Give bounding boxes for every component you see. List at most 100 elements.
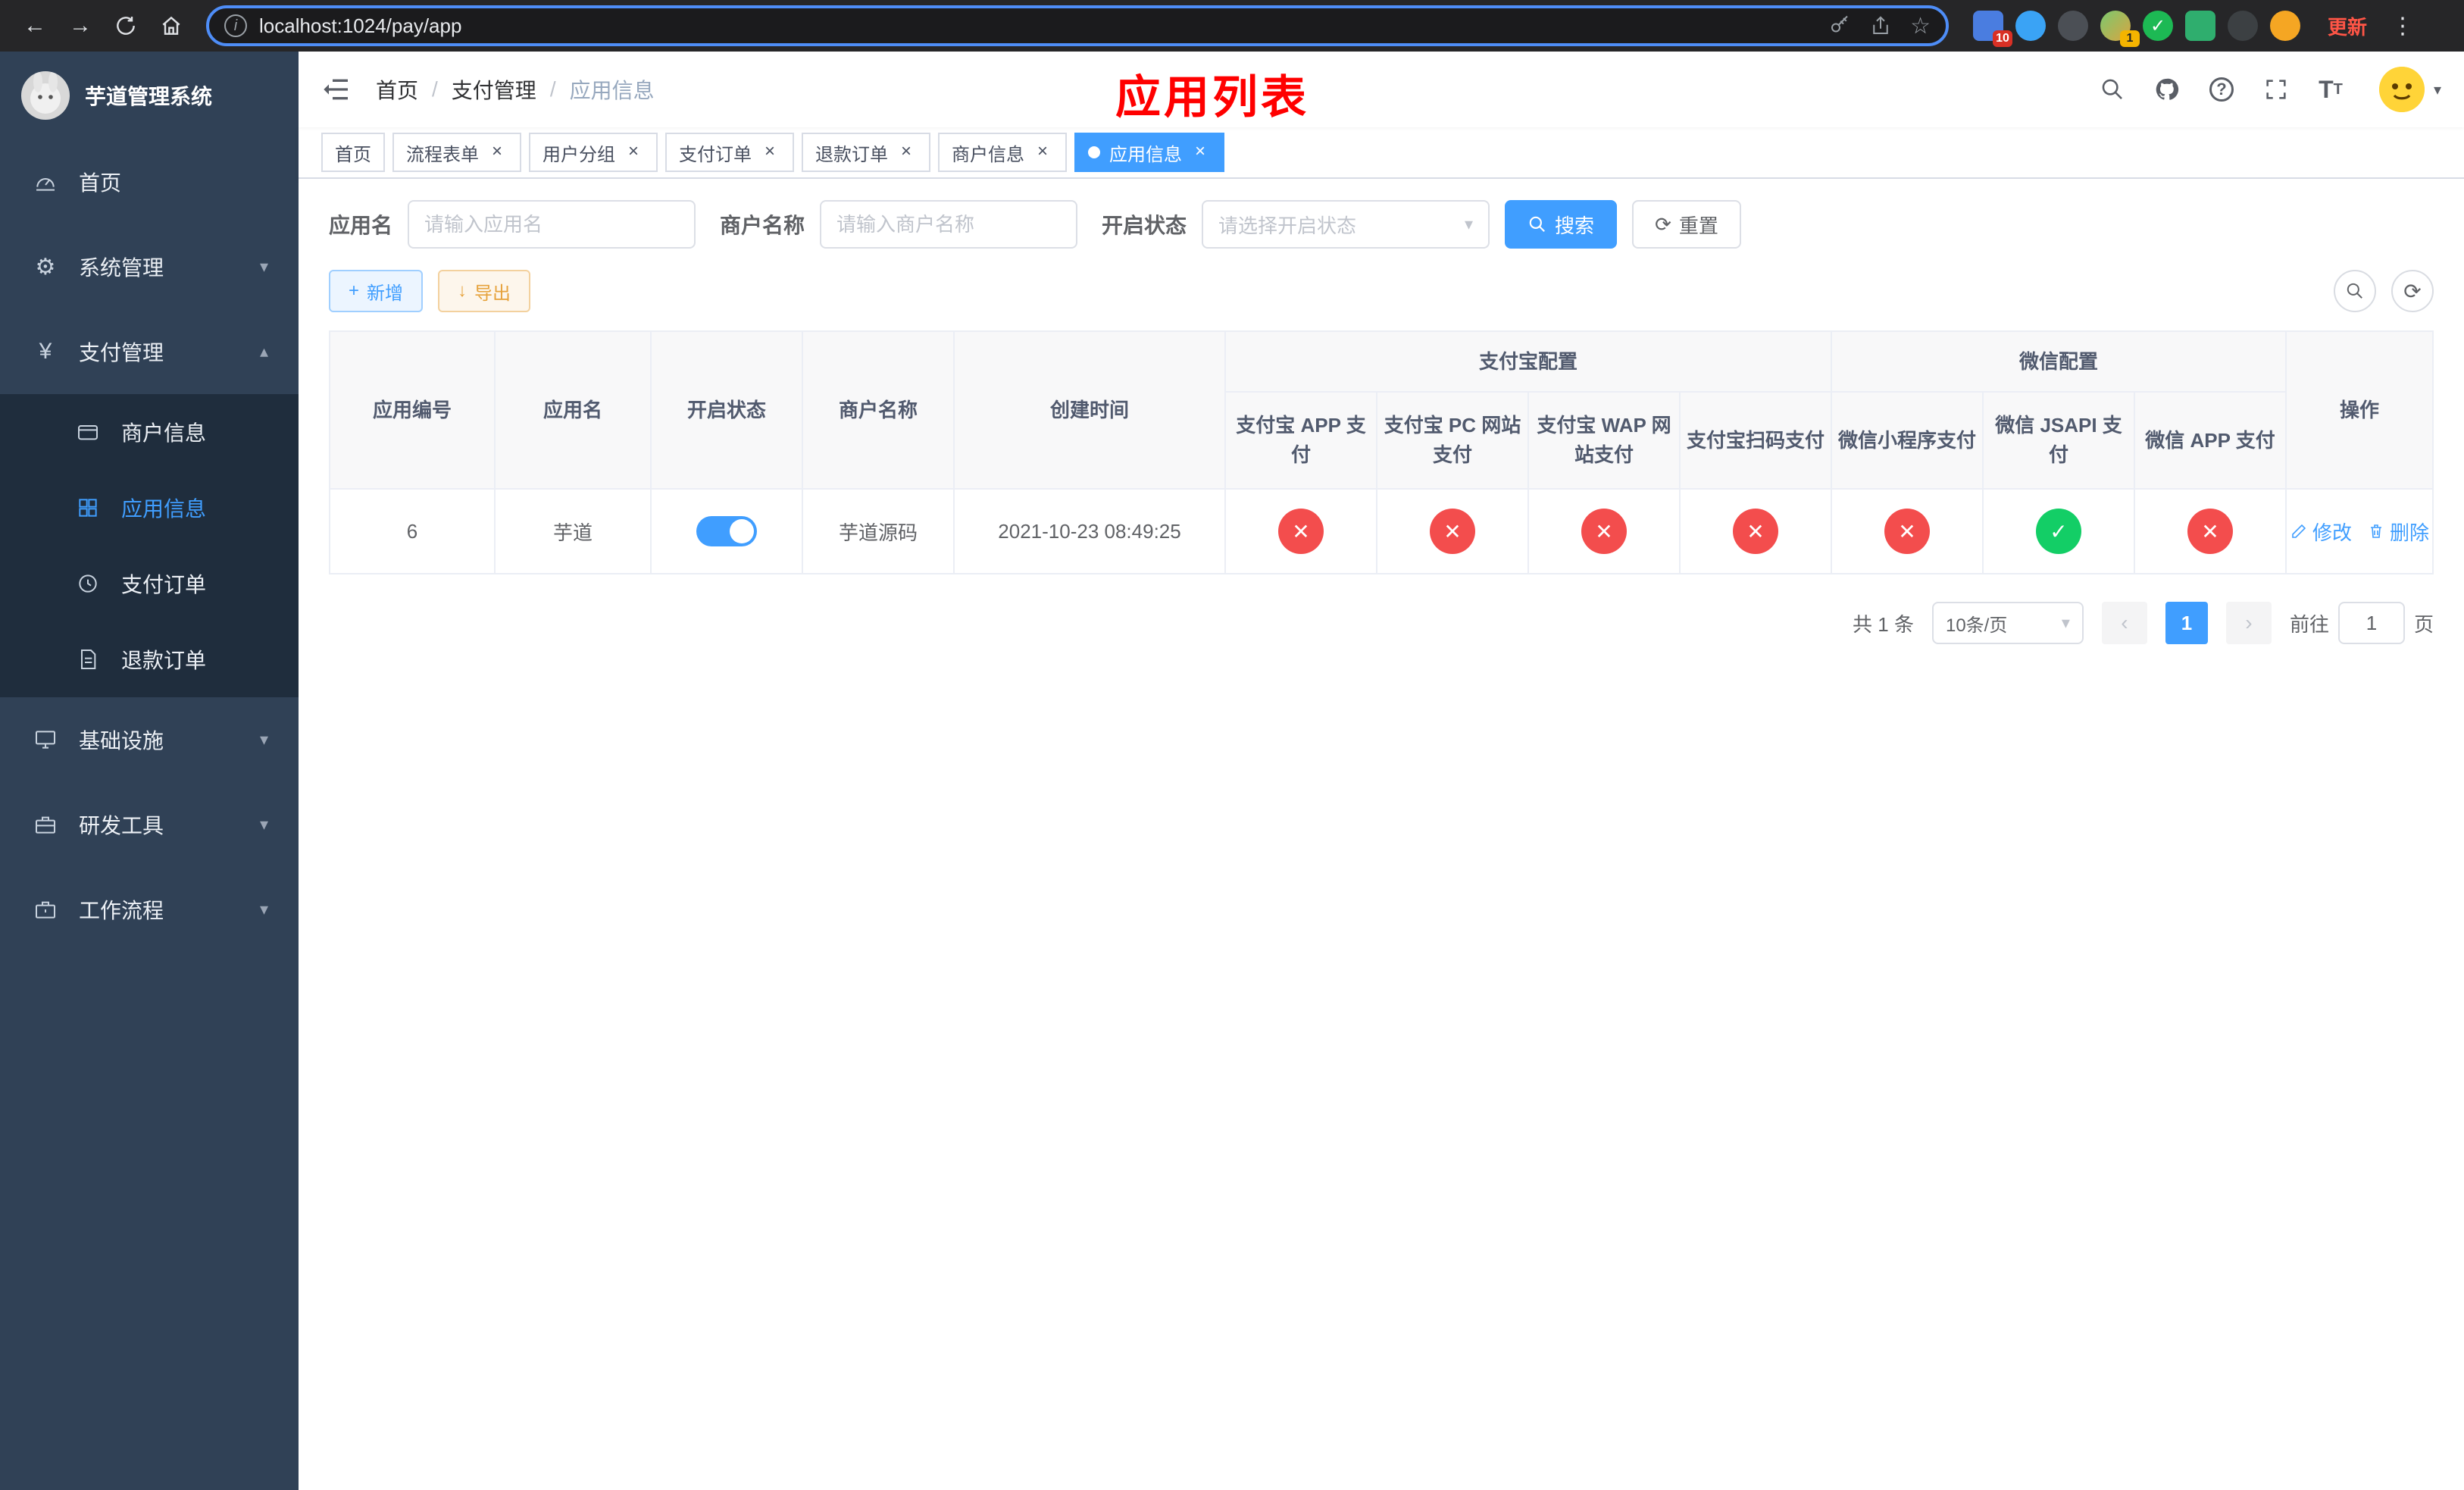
extension-icon-4[interactable]: 1 <box>2100 11 2140 47</box>
cell-app-name: 芋道 <box>494 488 652 574</box>
extension-icon-6[interactable] <box>2185 11 2215 41</box>
caret-down-icon: ▾ <box>2433 81 2441 99</box>
browser-toolbar: ← → i localhost:1024/pay/app ☆ 10 1 ✓ 更新… <box>0 0 2464 52</box>
breadcrumb-payment[interactable]: 支付管理 <box>452 74 536 105</box>
tab-label: 退款订单 <box>815 144 888 165</box>
tab-user-group[interactable]: 用户分组 × <box>529 133 658 172</box>
extension-icon-3[interactable] <box>2058 11 2088 41</box>
edit-link[interactable]: 修改 <box>2290 518 2352 546</box>
tab-home[interactable]: 首页 <box>321 133 385 172</box>
sidebar-item-merchant-info[interactable]: 商户信息 <box>0 394 299 470</box>
close-icon[interactable]: × <box>1032 142 1053 163</box>
extension-icon-1[interactable]: 10 <box>1973 11 2012 47</box>
page-number-1[interactable]: 1 <box>2165 602 2208 644</box>
browser-reload-button[interactable] <box>106 6 145 45</box>
sidebar-item-pay-orders[interactable]: 支付订单 <box>0 546 299 621</box>
app-name-input[interactable] <box>424 212 680 236</box>
close-icon[interactable]: × <box>623 142 644 163</box>
url-text[interactable]: localhost:1024/pay/app <box>259 14 1816 38</box>
browser-update-button[interactable]: 更新 <box>2315 8 2379 45</box>
download-icon: ↓ <box>458 280 467 301</box>
delete-link[interactable]: 删除 <box>2367 518 2429 546</box>
toggle-search-button[interactable] <box>2334 270 2376 312</box>
sidebar-item-infrastructure[interactable]: 基础设施 ▾ <box>0 697 299 782</box>
status-cross-icon: ✕ <box>2187 509 2234 554</box>
tab-app-info[interactable]: 应用信息 × <box>1074 133 1224 172</box>
refresh-table-button[interactable]: ⟳ <box>2391 270 2434 312</box>
sidebar-item-home[interactable]: 首页 <box>0 139 299 224</box>
address-bar[interactable]: i localhost:1024/pay/app ☆ <box>206 5 1949 46</box>
tab-merchant-info[interactable]: 商户信息 × <box>938 133 1067 172</box>
trash-icon <box>2371 524 2382 538</box>
password-key-icon[interactable] <box>1828 14 1851 37</box>
prev-page-button[interactable]: ‹ <box>2101 602 2147 644</box>
tab-label: 商户信息 <box>952 144 1024 165</box>
add-button[interactable]: + 新增 <box>329 270 424 312</box>
close-icon[interactable]: × <box>759 142 780 163</box>
close-icon[interactable]: × <box>486 142 508 163</box>
status-select[interactable]: 请选择开启状态 ▾ <box>1202 200 1490 249</box>
close-icon[interactable]: × <box>1190 142 1211 163</box>
col-header-app-id: 应用编号 <box>329 330 496 490</box>
status-toggle[interactable] <box>696 516 757 546</box>
browser-forward-button[interactable]: → <box>61 6 100 45</box>
next-page-button[interactable]: › <box>2225 602 2272 644</box>
col-header-created: 创建时间 <box>953 330 1226 490</box>
extension-icon-8[interactable] <box>2270 11 2300 41</box>
sidebar-logo[interactable]: 芋道管理系统 <box>0 52 299 139</box>
col-header-wechat-app: 微信 APP 支付 <box>2134 391 2287 490</box>
goto-page-input[interactable] <box>2337 602 2405 644</box>
cell-merchant: 芋道源码 <box>802 488 955 574</box>
grid-icon <box>73 496 103 520</box>
col-header-wechat-mini: 微信小程序支付 <box>1831 391 1984 490</box>
reset-button[interactable]: ⟳ 重置 <box>1632 200 1741 249</box>
sidebar-item-app-info[interactable]: 应用信息 <box>0 470 299 546</box>
share-icon[interactable] <box>1869 14 1892 37</box>
sidebar-item-system[interactable]: ⚙ 系统管理 ▾ <box>0 224 299 309</box>
search-button[interactable]: 搜索 <box>1505 200 1618 249</box>
merchant-name-input[interactable] <box>836 212 1062 236</box>
close-icon[interactable]: × <box>896 142 917 163</box>
sidebar-item-payment[interactable]: ¥ 支付管理 ▴ <box>0 309 299 394</box>
logo-image <box>21 71 70 120</box>
browser-home-button[interactable] <box>152 6 191 45</box>
tab-process-form[interactable]: 流程表单 × <box>392 133 521 172</box>
font-size-icon[interactable]: TT <box>2315 74 2346 105</box>
tab-label: 首页 <box>335 144 371 165</box>
pagination: 共 1 条 10条/页 ▾ ‹ 1 › 前往 页 <box>329 602 2434 644</box>
refresh-icon: ⟳ <box>1655 212 1671 236</box>
github-icon[interactable] <box>2152 74 2182 105</box>
gear-icon: ⚙ <box>35 254 56 280</box>
user-menu[interactable]: ▾ <box>2378 67 2441 112</box>
browser-back-button[interactable]: ← <box>15 6 55 45</box>
extension-icon-5[interactable]: ✓ <box>2143 11 2173 41</box>
home-icon <box>162 16 180 35</box>
sidebar-toggle-icon[interactable] <box>321 73 355 106</box>
content: 应用名 商户名称 开启状态 请选择开启状态 ▾ 搜索 <box>299 179 2464 1490</box>
tab-pay-orders[interactable]: 支付订单 × <box>665 133 794 172</box>
chevron-down-icon: ▾ <box>259 900 268 919</box>
reload-icon <box>117 17 135 35</box>
extension-badge-red: 10 <box>1993 30 2012 47</box>
extension-icon-7[interactable] <box>2228 11 2258 41</box>
site-info-icon[interactable]: i <box>224 14 247 37</box>
fullscreen-icon[interactable] <box>2261 74 2291 105</box>
browser-menu-icon[interactable]: ⋮ <box>2385 13 2420 39</box>
sidebar-item-refund-orders[interactable]: 退款订单 <box>0 621 299 697</box>
total-count-label: 共 1 条 <box>1853 612 1914 636</box>
sidebar-item-label: 系统管理 <box>79 256 164 280</box>
sidebar-item-workflow[interactable]: 工作流程 ▾ <box>0 867 299 952</box>
search-icon[interactable] <box>2097 74 2128 105</box>
page-size-select[interactable]: 10条/页 ▾ <box>1931 602 2084 644</box>
extension-icon-2[interactable] <box>2015 11 2046 41</box>
breadcrumb-home[interactable]: 首页 <box>376 74 418 105</box>
help-icon[interactable]: ? <box>2206 74 2237 105</box>
tags-view: 首页 流程表单 × 用户分组 × 支付订单 × 退款订单 × 商户信息 × 应用… <box>299 127 2464 179</box>
col-header-merchant: 商户名称 <box>802 330 955 490</box>
export-button[interactable]: ↓ 导出 <box>438 270 531 312</box>
add-button-label: 新增 <box>367 283 404 304</box>
tab-refund-orders[interactable]: 退款订单 × <box>802 133 930 172</box>
bookmark-star-icon[interactable]: ☆ <box>1910 13 1931 39</box>
sidebar-item-dev-tools[interactable]: 研发工具 ▾ <box>0 782 299 867</box>
plus-icon: + <box>349 280 360 301</box>
